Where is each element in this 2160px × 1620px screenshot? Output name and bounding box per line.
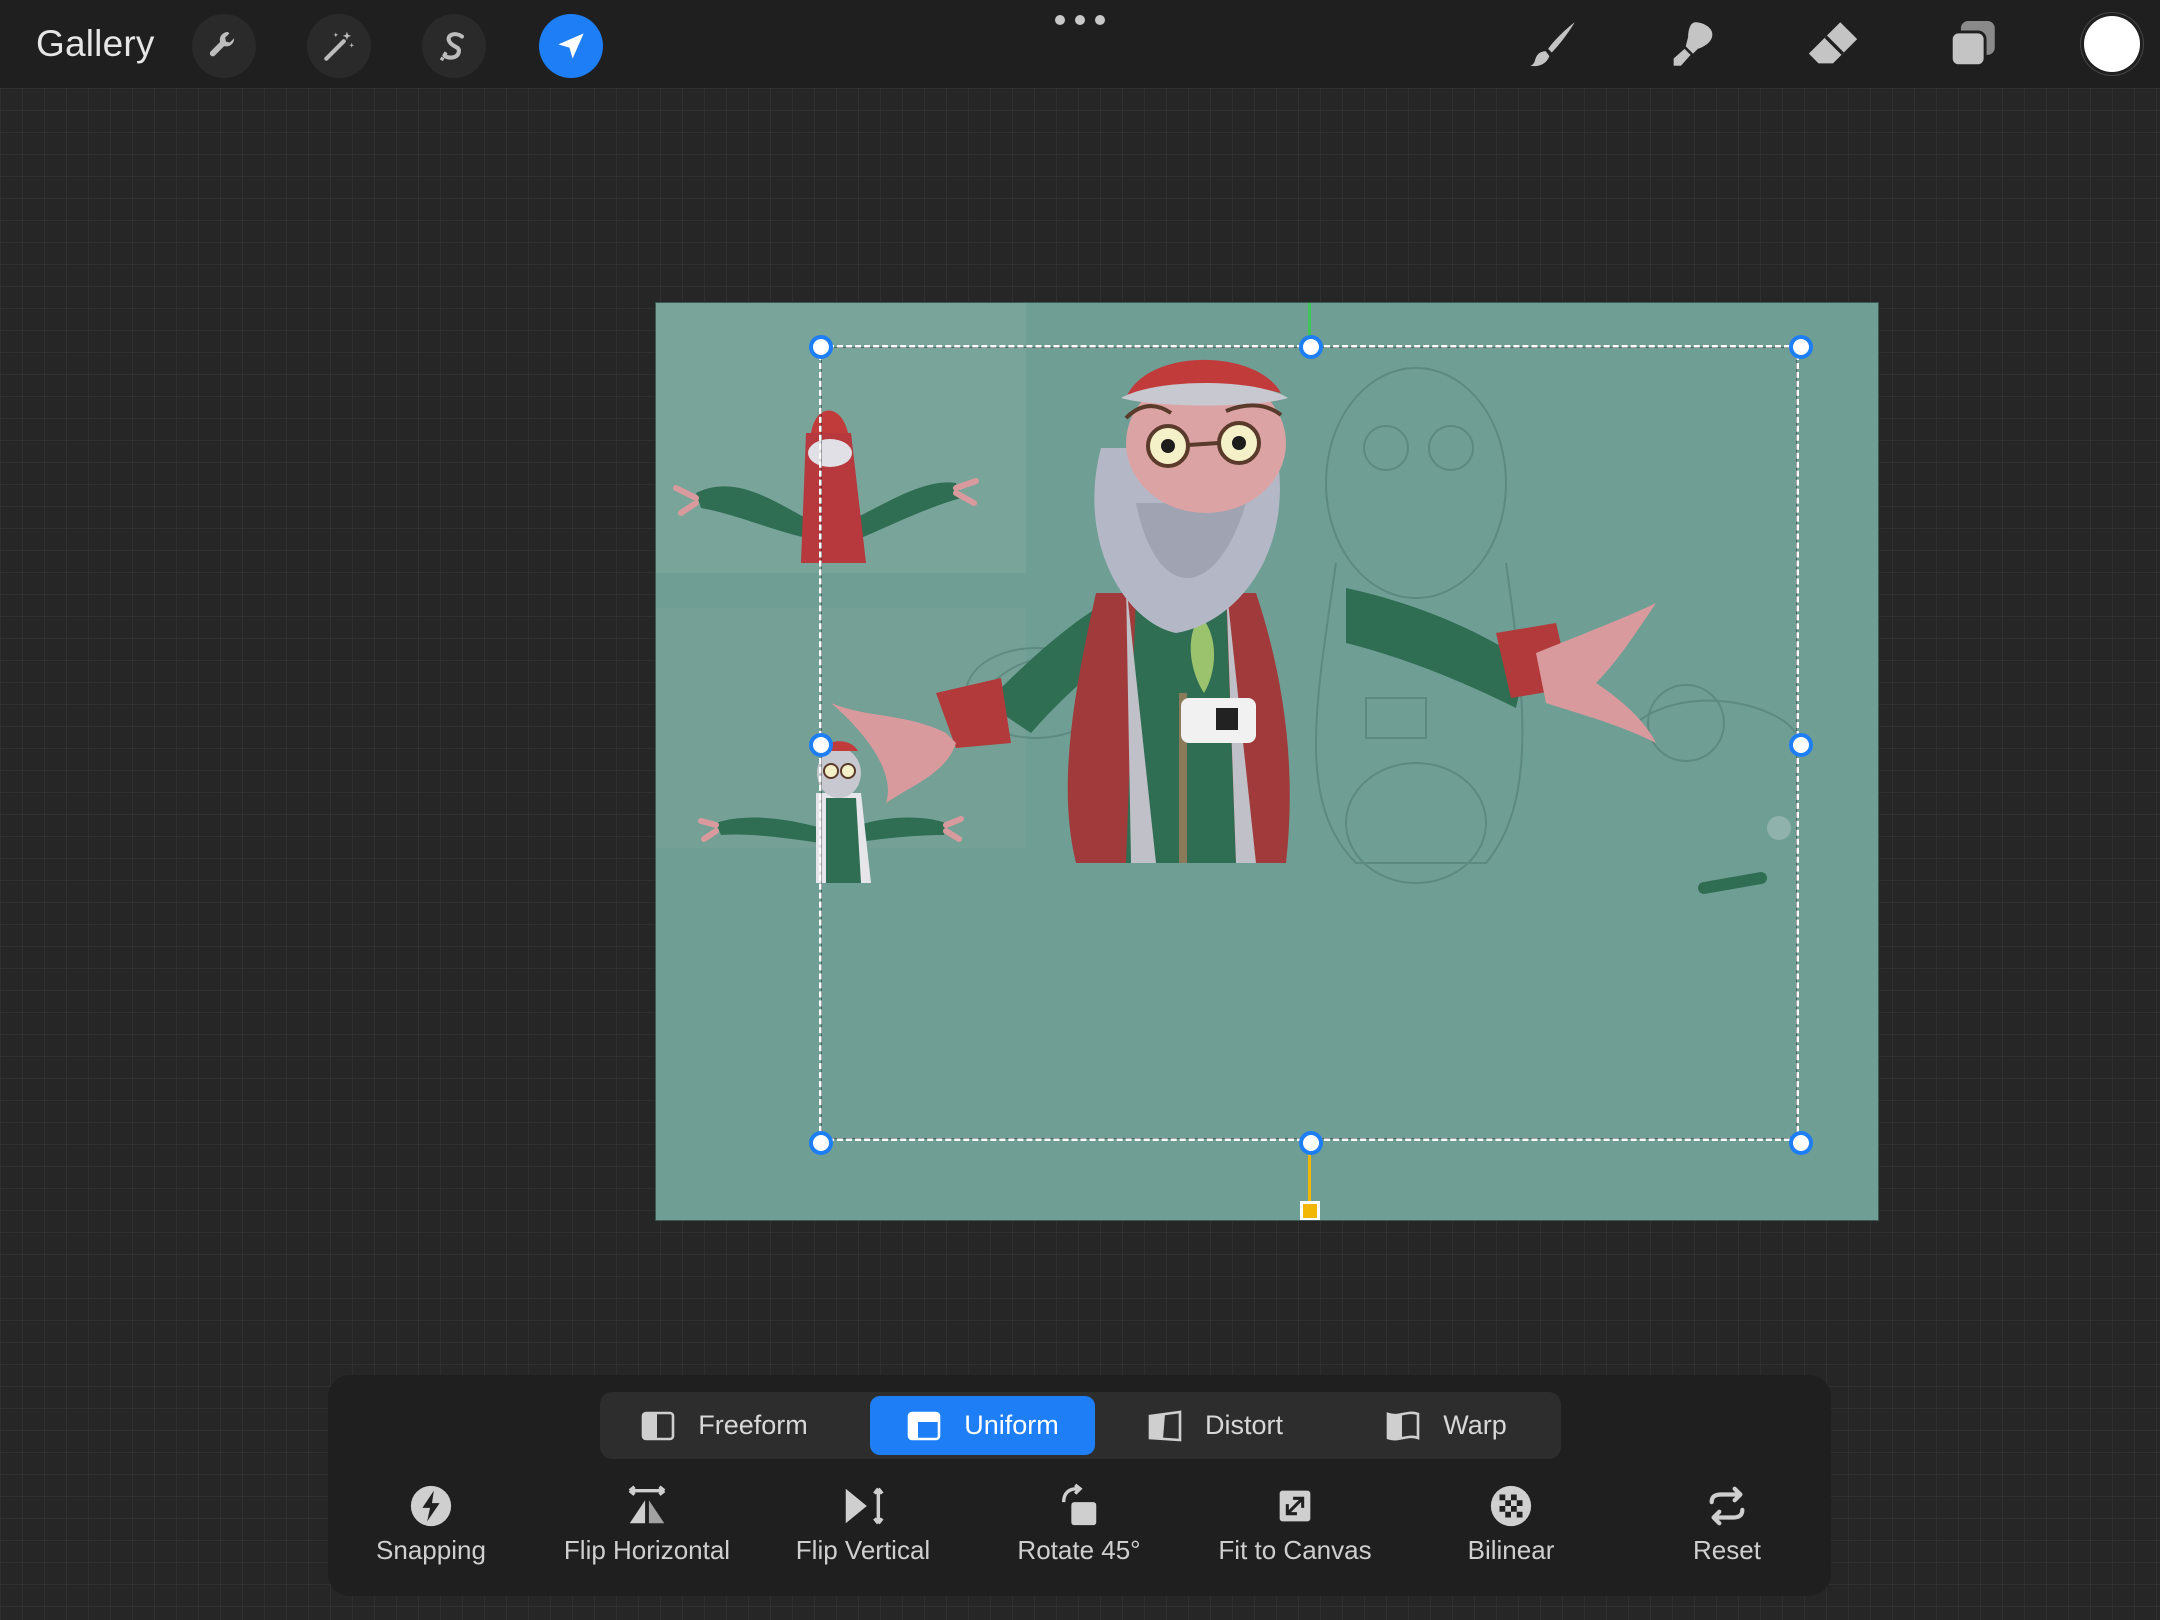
rotate-icon	[1061, 1483, 1097, 1526]
drawing-canvas[interactable]	[656, 303, 1878, 1220]
flip-vertical-button[interactable]: Flip Vertical	[753, 1483, 973, 1583]
eraser-icon	[1808, 22, 1858, 64]
rotate-45-button[interactable]: Rotate 45°	[969, 1483, 1189, 1583]
gallery-button[interactable]: Gallery	[36, 18, 155, 70]
bilinear-icon	[1490, 1485, 1532, 1527]
mode-warp[interactable]: Warp	[1335, 1396, 1557, 1455]
flip-vertical-icon	[845, 1487, 884, 1525]
distort-icon	[1148, 1410, 1182, 1441]
transform-mode-selector: Freeform Uniform Distort Warp	[600, 1392, 1561, 1459]
flip-horizontal-button[interactable]: Flip Horizontal	[537, 1483, 757, 1583]
reset-button[interactable]: Reset	[1617, 1483, 1837, 1583]
more-options-icon[interactable]	[1055, 10, 1105, 30]
lightning-icon	[410, 1485, 452, 1527]
uniform-icon	[907, 1411, 941, 1440]
brush-tool[interactable]	[1518, 14, 1588, 74]
wrench-icon	[209, 32, 235, 57]
transform-panel: Freeform Uniform Distort Warp Snapping F…	[328, 1375, 1831, 1596]
handle-top-right[interactable]	[1789, 335, 1813, 359]
handle-bottom-center[interactable]	[1299, 1131, 1323, 1155]
selection-button[interactable]	[422, 14, 486, 78]
transform-bounding-box[interactable]	[819, 345, 1799, 1141]
mode-uniform[interactable]: Uniform	[870, 1396, 1095, 1455]
handle-bottom-left[interactable]	[809, 1131, 833, 1155]
handle-bottom-right[interactable]	[1789, 1131, 1813, 1155]
eraser-tool[interactable]	[1798, 14, 1868, 74]
flip-horizontal-icon	[628, 1485, 666, 1524]
handle-top-center[interactable]	[1299, 335, 1323, 359]
brush-icon	[1530, 22, 1575, 67]
adjustments-button[interactable]	[307, 14, 371, 78]
selection-s-icon	[439, 32, 464, 62]
handle-middle-right[interactable]	[1789, 733, 1813, 757]
reset-icon	[1709, 1486, 1745, 1526]
fit-to-canvas-icon	[1279, 1490, 1311, 1522]
fit-to-canvas-button[interactable]: Fit to Canvas	[1185, 1483, 1405, 1583]
smudge-icon	[1673, 22, 1713, 66]
bilinear-button[interactable]: Bilinear	[1401, 1483, 1621, 1583]
mode-freeform[interactable]: Freeform	[604, 1396, 844, 1455]
mode-distort[interactable]: Distort	[1100, 1396, 1330, 1455]
top-toolbar: Gallery	[0, 0, 2160, 88]
layers-icon	[1949, 21, 1995, 68]
magic-wand-icon	[324, 31, 355, 61]
transform-arrow-icon	[558, 33, 584, 59]
smudge-tool[interactable]	[1658, 14, 1728, 74]
freeform-icon	[641, 1411, 675, 1440]
color-picker-swatch[interactable]	[2084, 16, 2140, 72]
handle-middle-left[interactable]	[809, 733, 833, 757]
snapping-button[interactable]: Snapping	[321, 1483, 541, 1583]
handle-top-left[interactable]	[809, 335, 833, 359]
warp-icon	[1386, 1411, 1420, 1440]
shear-handle[interactable]	[1300, 1201, 1320, 1220]
actions-button[interactable]	[192, 14, 256, 78]
transform-button[interactable]	[539, 14, 603, 78]
layers-tool[interactable]	[1938, 14, 2008, 74]
